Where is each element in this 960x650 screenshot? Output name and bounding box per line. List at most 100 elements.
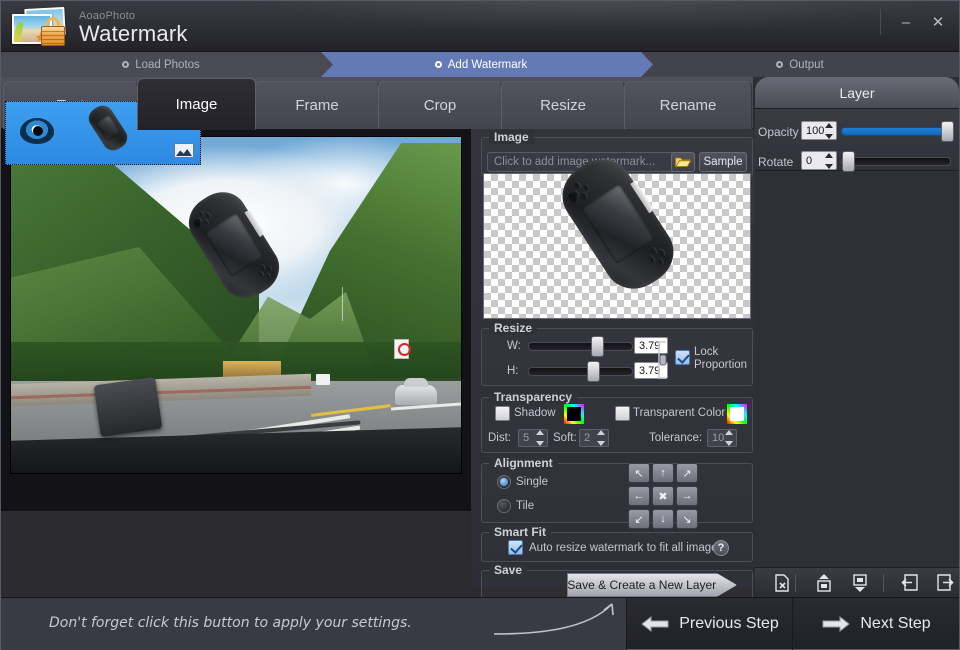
align-bottom-left-button[interactable]: ↙ <box>628 509 650 529</box>
hint-box: Don't forget click this button to apply … <box>1 598 627 650</box>
help-icon[interactable]: ? <box>713 540 729 556</box>
soft-label: Soft: <box>553 432 577 444</box>
opacity-slider[interactable] <box>841 127 951 136</box>
step-arrow-icon <box>641 52 653 77</box>
transparent-color-swatch[interactable] <box>727 404 747 424</box>
previous-step-button[interactable]: Previous Step <box>628 598 793 650</box>
shadow-color-swatch[interactable] <box>564 404 584 424</box>
step-dot-icon <box>776 61 783 68</box>
align-bottom-center-button[interactable]: ↓ <box>652 509 674 529</box>
watermark-preview[interactable] <box>483 173 751 319</box>
step-arrow-icon <box>321 52 333 77</box>
app-logo-icon <box>9 6 71 48</box>
align-bottom-right-button[interactable]: ↘ <box>676 509 698 529</box>
toolbar-separator <box>795 574 796 592</box>
tolerance-value: 10 <box>712 432 724 444</box>
arrow-left-icon <box>641 616 669 632</box>
tab-crop[interactable]: Crop <box>378 81 502 129</box>
width-slider-knob[interactable] <box>591 336 604 357</box>
shadow-label: Shadow <box>514 407 556 419</box>
opacity-stepper[interactable]: 100 <box>801 121 837 140</box>
next-step-label: Next Step <box>860 615 930 633</box>
width-label: W: <box>507 340 521 352</box>
height-slider-knob[interactable] <box>587 361 600 382</box>
step-add-watermark[interactable]: Add Watermark <box>321 52 641 77</box>
previous-layer-icon[interactable] <box>896 569 922 597</box>
save-create-layer-button[interactable]: Save & Create a New Layer <box>567 573 737 597</box>
layer-panel: Layer <box>755 77 959 567</box>
layer-toolbar <box>755 567 959 597</box>
step-dot-icon <box>122 61 129 68</box>
delete-layer-icon[interactable] <box>769 569 795 597</box>
transparent-color-checkbox[interactable] <box>615 406 630 421</box>
step-output[interactable]: Output <box>641 52 959 77</box>
soft-stepper[interactable]: 2 <box>579 429 609 447</box>
move-layer-up-icon[interactable] <box>810 569 836 597</box>
step-add-watermark-label: Add Watermark <box>448 59 527 71</box>
save-group-title: Save <box>489 563 527 577</box>
step-output-label: Output <box>789 59 824 71</box>
next-layer-icon[interactable] <box>933 569 959 597</box>
opacity-label: Opacity <box>758 125 799 139</box>
rotate-label: Rotate <box>758 155 793 169</box>
align-top-right-button[interactable]: ↗ <box>676 463 698 483</box>
step-dot-icon <box>435 61 442 68</box>
tolerance-label: Tolerance: <box>649 432 702 444</box>
window-controls: – ✕ <box>880 1 953 43</box>
alignment-single-label: Single <box>516 476 548 488</box>
dist-label: Dist: <box>488 432 511 444</box>
hint-text: Don't forget click this button to apply … <box>49 615 412 631</box>
alignment-tile-radio[interactable] <box>497 499 511 513</box>
alignment-single-radio[interactable] <box>497 475 511 489</box>
arrow-right-icon <box>822 616 850 632</box>
height-slider[interactable] <box>528 367 633 376</box>
step-load-photos[interactable]: Load Photos <box>1 52 321 77</box>
next-step-button[interactable]: Next Step <box>794 598 959 650</box>
align-middle-left-button[interactable]: ← <box>628 486 650 506</box>
minimize-button[interactable]: – <box>891 9 921 35</box>
application-window: AoaoPhoto Watermark – ✕ Load Photos Add … <box>0 0 960 650</box>
previous-step-label: Previous Step <box>679 615 779 633</box>
tolerance-stepper[interactable]: 10 <box>707 429 737 447</box>
browse-folder-icon[interactable] <box>671 152 695 172</box>
tab-frame[interactable]: Frame <box>255 81 379 129</box>
save-create-layer-label: Save & Create a New Layer <box>567 573 717 597</box>
rotate-stepper[interactable]: 0 <box>801 151 837 170</box>
step-breadcrumb: Load Photos Add Watermark Output <box>1 52 959 77</box>
auto-resize-label: Auto resize watermark to fit all images. <box>529 542 727 554</box>
preview-photo[interactable] <box>10 136 462 474</box>
align-top-center-button[interactable]: ↑ <box>652 463 674 483</box>
align-top-left-button[interactable]: ↖ <box>628 463 650 483</box>
link-proportion-icon <box>656 339 670 381</box>
rotate-slider-knob[interactable] <box>842 151 855 172</box>
soft-value: 2 <box>584 432 590 444</box>
align-center-button[interactable]: ✖ <box>652 486 674 506</box>
alignment-tile-label: Tile <box>516 500 534 512</box>
road-sign <box>394 339 409 359</box>
tab-resize[interactable]: Resize <box>501 81 625 129</box>
opacity-value: 100 <box>806 125 824 137</box>
shadow-checkbox[interactable] <box>495 406 510 421</box>
app-title: Watermark <box>79 21 188 47</box>
layer-panel-title: Layer <box>755 77 959 109</box>
align-middle-right-button[interactable]: → <box>676 486 698 506</box>
layer-visibility-eye-icon[interactable] <box>20 118 54 144</box>
smart-fit-group-title: Smart Fit <box>489 525 551 539</box>
step-load-photos-label: Load Photos <box>135 59 200 71</box>
layer-thumbnail-psp <box>85 102 132 155</box>
tab-image[interactable]: Image <box>137 78 256 130</box>
close-button[interactable]: ✕ <box>923 9 953 35</box>
opacity-slider-knob[interactable] <box>941 121 954 142</box>
width-slider[interactable] <box>528 342 633 351</box>
footer-bar: Don't forget click this button to apply … <box>1 597 959 649</box>
tab-rename[interactable]: Rename <box>624 81 752 129</box>
lock-proportion-checkbox[interactable] <box>675 350 690 365</box>
move-layer-down-icon[interactable] <box>847 569 873 597</box>
alignment-group-box <box>481 463 753 523</box>
sample-button[interactable]: Sample <box>699 152 747 172</box>
rotate-slider[interactable] <box>841 157 951 166</box>
height-label: H: <box>507 365 519 377</box>
auto-resize-checkbox[interactable] <box>508 540 523 555</box>
lock-proportion-label: Lock Proportion <box>694 346 747 372</box>
dist-stepper[interactable]: 5 <box>518 429 548 447</box>
